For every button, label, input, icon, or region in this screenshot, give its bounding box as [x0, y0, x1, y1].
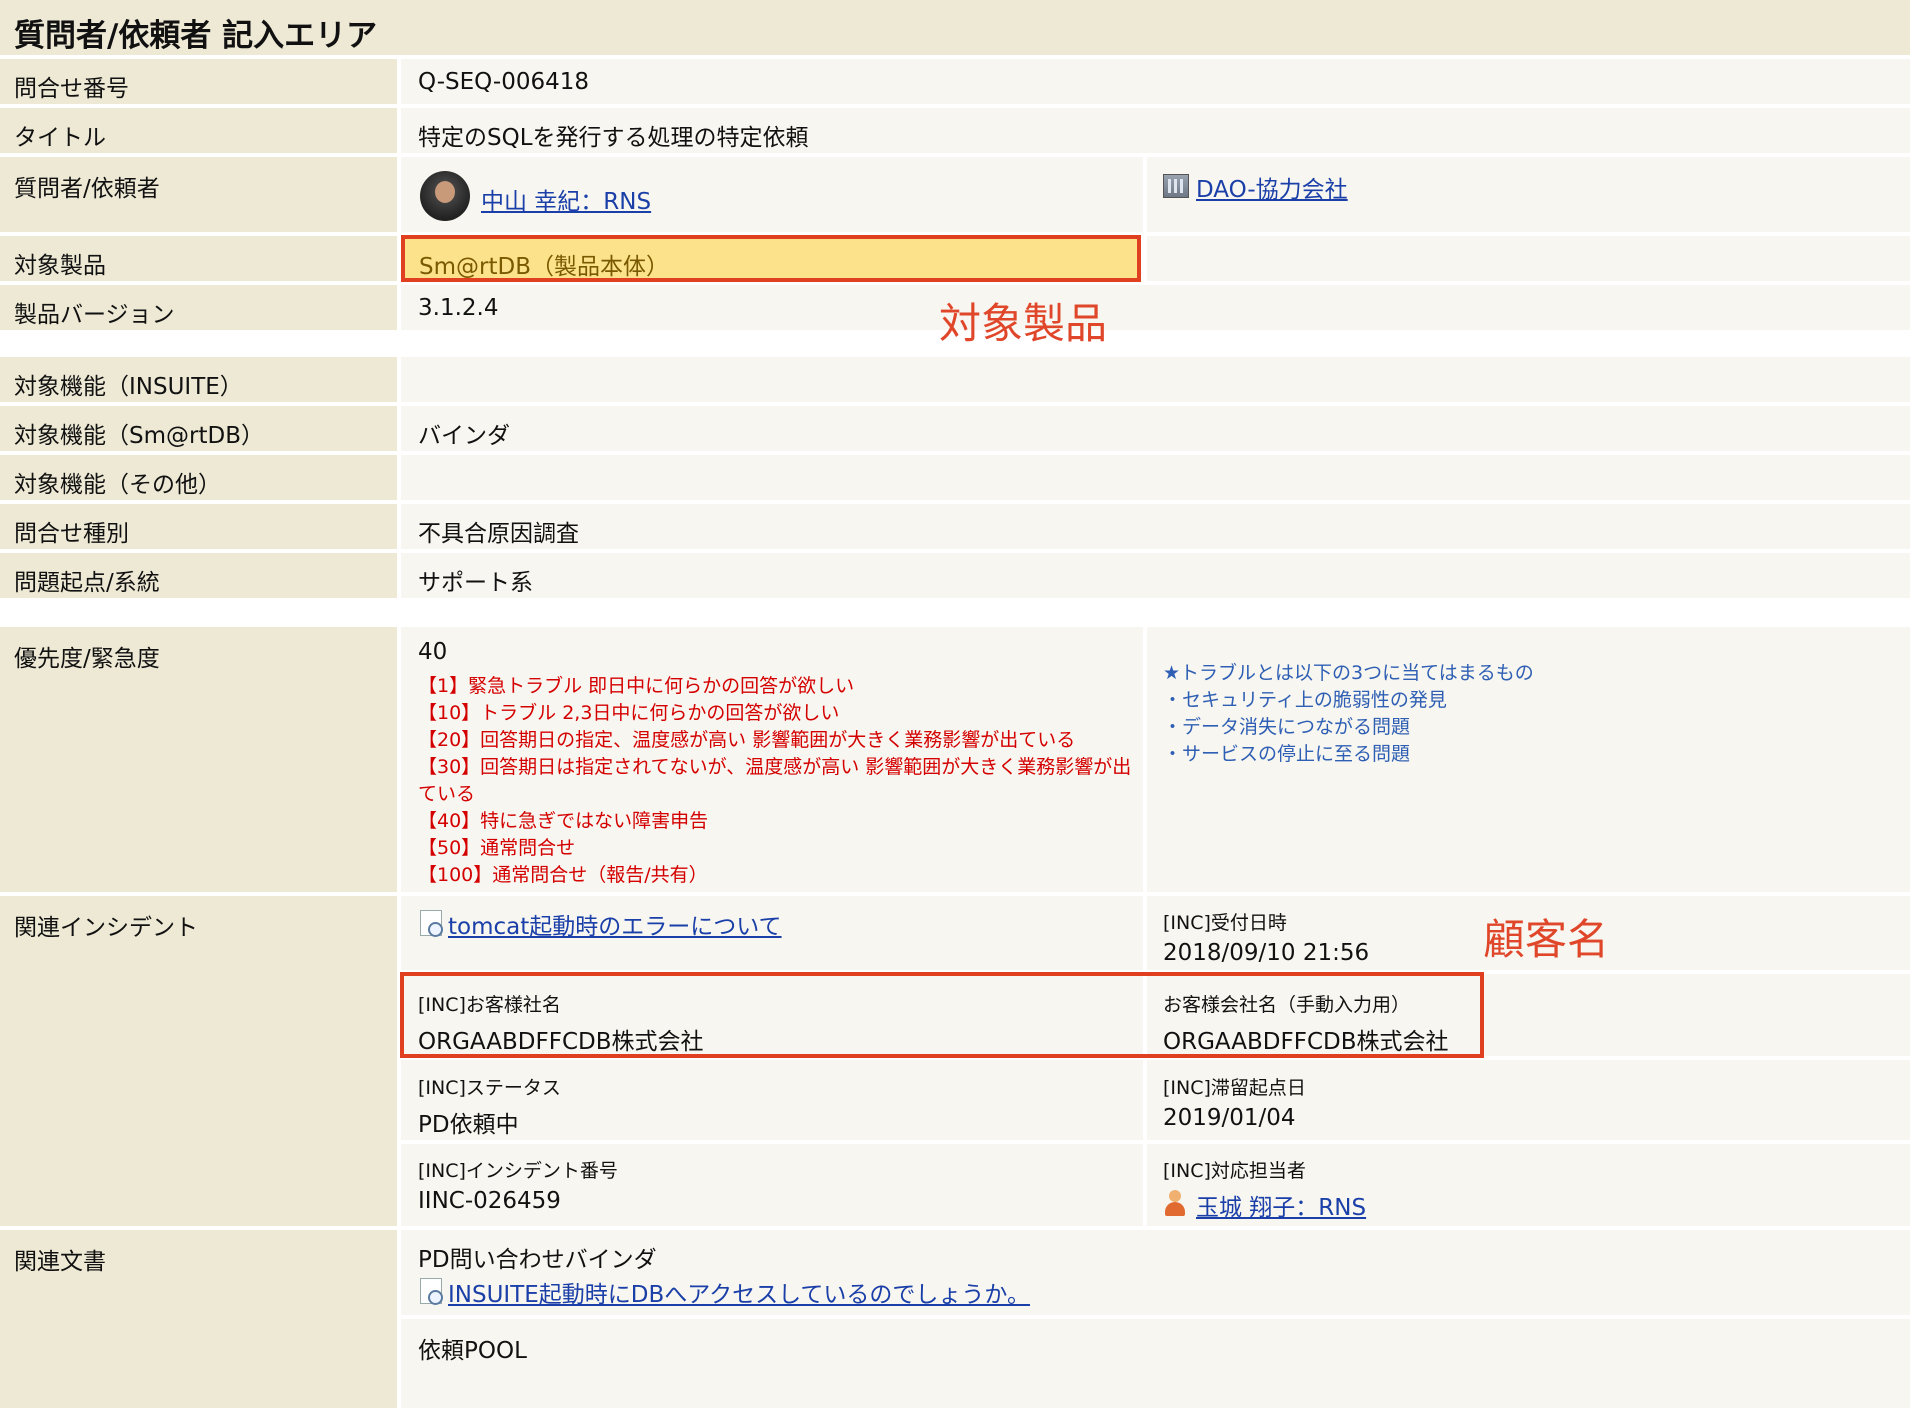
product-version-value: 3.1.2.4 [418, 295, 499, 321]
label-cell-priority: 優先度/緊急度 [0, 627, 397, 892]
inquiry-number-label: 問合せ番号 [14, 76, 129, 102]
value-cell-func-other [401, 455, 1910, 500]
value-cell-inquiry-type: 不具合原因調査 [401, 504, 1910, 549]
value-cell-title: 特定のSQLを発行する処理の特定依頼 [401, 108, 1910, 153]
trouble-note: ★トラブルとは以下の3つに当てはまるもの [1163, 662, 1534, 684]
related-incident-label: 関連インシデント [14, 915, 198, 941]
label-cell-related-incident: 関連インシデント [0, 896, 397, 1226]
label-cell-func-other: 対象機能（その他） [0, 455, 397, 500]
label-cell-product: 対象製品 [0, 236, 397, 281]
title-value: 特定のSQLを発行する処理の特定依頼 [418, 125, 809, 151]
problem-origin-label: 問題起点/系統 [14, 570, 160, 596]
label-cell-title: タイトル [0, 108, 397, 153]
annotation-product: 対象製品 [939, 299, 1108, 348]
product-label: 対象製品 [14, 253, 106, 279]
priority-legend: 【1】緊急トラブル 即日中に何らかの回答が欲しい 【10】トラブル 2,3日中に… [418, 673, 1133, 889]
section-header: 質問者/依頼者 記入エリア [0, 0, 1910, 55]
func-insuite-label: 対象機能（INSUITE） [14, 374, 243, 400]
label-cell-func-smartdb: 対象機能（Sm@rtDB） [0, 406, 397, 451]
status-value: PD依頼中 [418, 1112, 519, 1138]
title-label: タイトル [14, 125, 106, 151]
value-cell-inquiry-number: Q-SEQ-006418 [401, 59, 1910, 104]
trouble-note: ・データ消失につながる問題 [1163, 716, 1411, 738]
requester-avatar[interactable] [420, 171, 470, 221]
incident-no-label: [INC]インシデント番号 [418, 1160, 618, 1182]
document-search-icon [420, 910, 443, 937]
received-value: 2018/09/10 21:56 [1163, 940, 1370, 966]
priority-legend-item: 【100】通常問合せ（報告/共有） [418, 864, 708, 886]
label-cell-problem-origin: 問題起点/系統 [0, 553, 397, 598]
assignee-link[interactable]: 玉城 翔子：RNS [1196, 1188, 1366, 1222]
requester-company-link[interactable]: DAO-協力会社 [1196, 170, 1348, 204]
priority-legend-item: 【30】回答期日は指定されてないが、温度感が高い 影響範囲が大きく業務影響が出て… [418, 756, 1132, 805]
priority-label: 優先度/緊急度 [14, 646, 160, 672]
value-cell-product-version: 3.1.2.4 [401, 285, 1910, 330]
inquiry-number-value: Q-SEQ-006418 [418, 69, 590, 95]
requester-label: 質問者/依頼者 [14, 176, 160, 202]
priority-legend-item: 【40】特に急ぎではない障害申告 [418, 810, 709, 832]
section-title: 質問者/依頼者 記入エリア [14, 18, 378, 54]
related-docs-label: 関連文書 [14, 1249, 106, 1275]
product-highlight-box: Sm@rtDB（製品本体） [401, 235, 1141, 282]
value-cell-product-right [1147, 236, 1910, 281]
func-smartdb-label: 対象機能（Sm@rtDB） [14, 423, 264, 449]
priority-legend-item: 【1】緊急トラブル 即日中に何らかの回答が欲しい [418, 675, 855, 697]
label-cell-product-version: 製品バージョン [0, 285, 397, 330]
value-cell-func-smartdb: バインダ [401, 406, 1910, 451]
status-label: [INC]ステータス [418, 1077, 561, 1099]
inquiry-type-value: 不具合原因調査 [418, 521, 579, 547]
priority-legend-item: 【10】トラブル 2,3日中に何らかの回答が欲しい [418, 702, 840, 724]
product-version-label: 製品バージョン [14, 302, 175, 328]
priority-legend-item: 【50】通常問合せ [418, 837, 576, 859]
problem-origin-value: サポート系 [418, 570, 533, 596]
label-cell-inquiry-type: 問合せ種別 [0, 504, 397, 549]
requester-person-link[interactable]: 中山 幸紀：RNS [481, 182, 651, 216]
func-other-label: 対象機能（その他） [14, 472, 221, 498]
label-cell-related-docs: 関連文書 [0, 1230, 397, 1408]
priority-legend-item: 【20】回答期日の指定、温度感が高い 影響範囲が大きく業務影響が出ている [418, 729, 1076, 751]
label-cell-inquiry-number: 問合せ番号 [0, 59, 397, 104]
doc1-title: PD問い合わせバインダ [418, 1247, 657, 1273]
trouble-note: ・セキュリティ上の脆弱性の発見 [1163, 689, 1447, 711]
incident-no-value: IINC-026459 [418, 1188, 561, 1214]
incident-link[interactable]: tomcat起動時のエラーについて [448, 907, 782, 941]
annotation-customer: 顧客名 [1483, 915, 1610, 964]
value-cell-doc2 [401, 1319, 1910, 1408]
doc1-link[interactable]: INSUITE起動時にDBへアクセスしているのでしょうか。 [448, 1275, 1030, 1309]
inquiry-type-label: 問合せ種別 [14, 521, 129, 547]
func-smartdb-value: バインダ [418, 423, 510, 449]
trouble-note: ・サービスの停止に至る問題 [1163, 743, 1411, 765]
trouble-definition-notes: ★トラブルとは以下の3つに当てはまるもの ・セキュリティ上の脆弱性の発見 ・デー… [1163, 660, 1534, 768]
document-search-icon [420, 1278, 443, 1305]
person-icon [1165, 1190, 1185, 1216]
product-value: Sm@rtDB（製品本体） [419, 254, 669, 280]
value-cell-func-insuite [401, 357, 1910, 402]
doc2-title: 依頼POOL [418, 1338, 527, 1364]
customer-highlight-box [400, 972, 1484, 1058]
stagnation-value: 2019/01/04 [1163, 1105, 1296, 1131]
priority-value: 40 [418, 639, 448, 665]
received-label: [INC]受付日時 [1163, 912, 1287, 934]
label-cell-requester: 質問者/依頼者 [0, 157, 397, 232]
label-cell-func-insuite: 対象機能（INSUITE） [0, 357, 397, 402]
value-cell-problem-origin: サポート系 [401, 553, 1910, 598]
stagnation-label: [INC]滞留起点日 [1163, 1077, 1306, 1099]
assignee-label: [INC]対応担当者 [1163, 1160, 1306, 1182]
building-icon [1163, 174, 1189, 198]
